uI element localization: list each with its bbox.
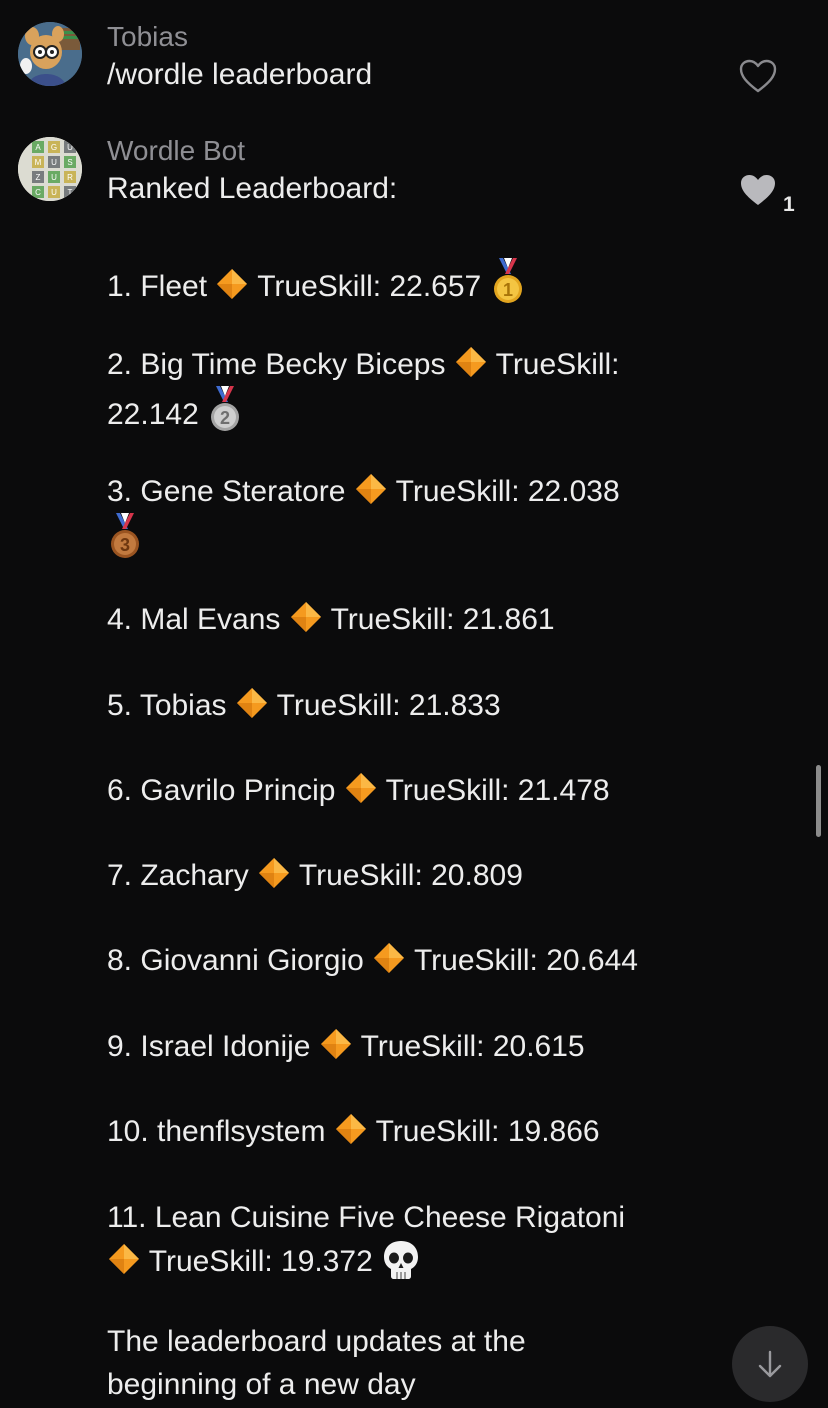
entry-score: TrueSkill: 20.644 — [413, 944, 638, 977]
entry-name: 1. Fleet — [107, 270, 208, 303]
leaderboard-entry: 4. Mal Evans TrueSkill: 21.861 — [107, 598, 555, 641]
entry-name: 7. Zachary — [107, 859, 249, 892]
orange-diamond-icon — [354, 472, 388, 506]
leaderboard-entry: 8. Giovanni Giorgio TrueSkill: 20.644 — [107, 939, 638, 982]
like-count: 1 — [783, 193, 795, 216]
leaderboard-header: Ranked Leaderboard: — [107, 172, 398, 205]
avatar-image: A G UM U SZ U RC U T — [18, 137, 82, 201]
svg-text:R: R — [67, 173, 73, 182]
leaderboard-entry: 2. Big Time Becky Biceps TrueSkill: 22.14… — [107, 343, 620, 436]
entry-score: TrueSkill: 22.657 — [257, 270, 482, 303]
gold-medal-icon — [490, 258, 526, 306]
orange-diamond-icon — [215, 267, 249, 301]
entry-score: TrueSkill: — [495, 348, 620, 381]
footer-line-1: The leaderboard updates at the — [107, 1325, 526, 1358]
orange-diamond-icon — [289, 600, 323, 634]
entry-name: 9. Israel Idonije — [107, 1030, 311, 1063]
scrollbar-thumb[interactable] — [816, 765, 821, 837]
orange-diamond-icon — [107, 1242, 141, 1276]
arrow-down-icon — [758, 1350, 782, 1378]
bronze-medal-icon — [107, 513, 143, 561]
entry-score: TrueSkill: 20.615 — [360, 1030, 585, 1063]
orange-diamond-icon — [334, 1112, 368, 1146]
svg-text:T: T — [68, 188, 73, 197]
entry-score: TrueSkill: 20.809 — [298, 859, 523, 892]
svg-text:U: U — [51, 158, 57, 167]
orange-diamond-icon — [372, 941, 406, 975]
entry-name: 3. Gene Steratore — [107, 475, 346, 508]
orange-diamond-icon — [344, 771, 378, 805]
entry-name: 2. Big Time Becky Biceps — [107, 348, 446, 381]
entry-name: 5. Tobias — [107, 689, 227, 722]
svg-text:M: M — [35, 158, 42, 167]
orange-diamond-icon — [319, 1027, 353, 1061]
entry-score-value: 22.142 — [107, 398, 199, 431]
entry-score: TrueSkill: 21.861 — [330, 603, 555, 636]
sender-name: Wordle Bot — [107, 135, 245, 166]
entry-score: TrueSkill: 19.866 — [375, 1115, 600, 1148]
message-text: /wordle leaderboard — [107, 58, 373, 91]
leaderboard-entry: 1. Fleet TrueSkill: 22.657 — [107, 258, 526, 308]
svg-text:C: C — [35, 188, 41, 197]
entry-name: 11. Lean Cuisine Five Cheese Rigatoni — [107, 1201, 626, 1234]
svg-text:U: U — [51, 188, 57, 197]
svg-text:Z: Z — [36, 173, 41, 182]
entry-score: TrueSkill: 21.478 — [385, 774, 610, 807]
entry-score: TrueSkill: 19.372 — [148, 1245, 373, 1278]
orange-diamond-icon — [454, 345, 488, 379]
silver-medal-icon — [207, 386, 243, 434]
leaderboard-entry: 6. Gavrilo Princip TrueSkill: 21.478 — [107, 769, 610, 812]
leaderboard-entry: 11. Lean Cuisine Five Cheese Rigatoni Tr… — [107, 1196, 625, 1283]
avatar[interactable] — [18, 22, 82, 86]
orange-diamond-icon — [235, 686, 269, 720]
entry-score: TrueSkill: 22.038 — [395, 475, 620, 508]
leaderboard-entry: 3. Gene Steratore TrueSkill: 22.038 — [107, 470, 620, 563]
avatar-image — [18, 22, 82, 86]
entry-score: TrueSkill: 21.833 — [276, 689, 501, 722]
svg-text:G: G — [51, 143, 57, 152]
leaderboard-entry: 9. Israel Idonije TrueSkill: 20.615 — [107, 1025, 585, 1068]
avatar[interactable]: AGUMUSZURCUT — [18, 137, 82, 201]
scroll-to-bottom-button[interactable] — [732, 1326, 808, 1402]
sender-name: Tobias — [107, 21, 188, 52]
leaderboard-entry: 5. Tobias TrueSkill: 21.833 — [107, 684, 501, 727]
svg-text:U: U — [51, 173, 57, 182]
skull-icon — [381, 1239, 421, 1281]
entry-name: 4. Mal Evans — [107, 603, 281, 636]
leaderboard-entry: 10. thenflsystem TrueSkill: 19.866 — [107, 1110, 600, 1153]
svg-text:U: U — [67, 143, 73, 152]
heart-outline-icon[interactable] — [738, 58, 778, 94]
orange-diamond-icon — [257, 856, 291, 890]
entry-name: 10. thenflsystem — [107, 1115, 326, 1148]
entry-name: 6. Gavrilo Princip — [107, 774, 336, 807]
leaderboard-entry: 7. Zachary TrueSkill: 20.809 — [107, 854, 523, 897]
svg-text:A: A — [35, 143, 41, 152]
svg-text:S: S — [67, 158, 72, 167]
heart-filled-icon[interactable] — [738, 172, 778, 208]
footer-line-2: beginning of a new day — [107, 1368, 416, 1401]
entry-name: 8. Giovanni Giorgio — [107, 944, 364, 977]
